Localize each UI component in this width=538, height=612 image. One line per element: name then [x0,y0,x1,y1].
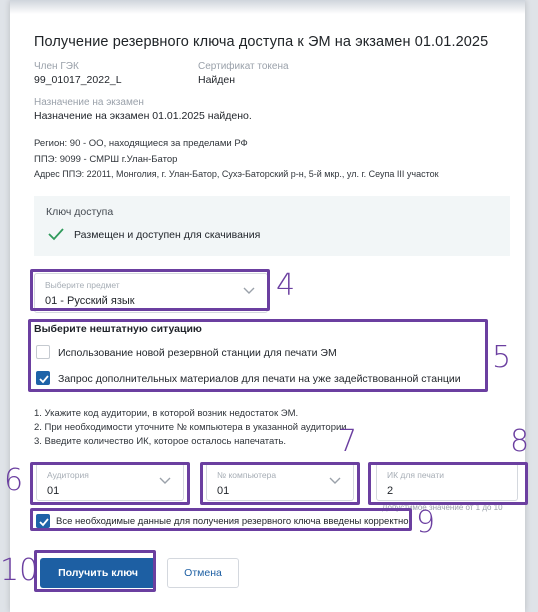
instruction-2: 2. При необходимости уточните № компьюте… [34,422,350,433]
cancel-button[interactable]: Отмена [167,558,239,588]
cert-label: Сертификат токена [198,61,289,72]
annotation-frame-4 [30,269,270,311]
access-key-label: Ключ доступа [46,206,114,218]
assign-label: Назначение на экзамен [34,97,144,108]
ppe-text: ППЭ: 9099 - СМРШ г.Улан-Батор [34,154,178,165]
region-text: Регион: 90 - ОО, находящиеся за пределам… [34,138,248,149]
access-key-status: Размещен и доступен для скачивания [74,229,261,241]
instruction-3: 3. Введите количество ИК, которое остало… [34,436,287,447]
annotation-number-10: 10 [0,553,39,588]
access-key-panel: Ключ доступа Размещен и доступен для ска… [34,196,510,256]
member-value: 99_01017_2022_L [34,74,122,86]
annotation-number-7: 7 [338,424,358,459]
annotation-frame-7 [200,462,360,505]
annotation-frame-10 [34,550,156,592]
annotation-frame-8 [368,462,528,505]
annotation-frame-6 [30,462,190,505]
member-label: Член ГЭК [34,61,79,72]
annotation-number-5: 5 [492,340,512,375]
assign-value: Назначение на экзамен 01.01.2025 найдено… [34,110,252,122]
annotation-number-8: 8 [510,424,530,459]
annotation-frame-9 [30,508,412,531]
cert-value: Найден [198,74,236,86]
check-icon [48,228,64,241]
annotation-number-4: 4 [276,268,296,303]
instruction-1: 1. Укажите код аудитории, в которой возн… [34,408,299,419]
dialog-top-shadow [10,0,525,14]
annotation-frame-5 [28,319,488,392]
dialog-title: Получение резервного ключа доступа к ЭМ … [34,34,489,50]
annotation-number-9: 9 [416,505,436,540]
address-text: Адрес ППЭ: 22011, Монголия, г. Улан-Бато… [34,169,439,179]
annotation-number-6: 6 [4,463,24,498]
